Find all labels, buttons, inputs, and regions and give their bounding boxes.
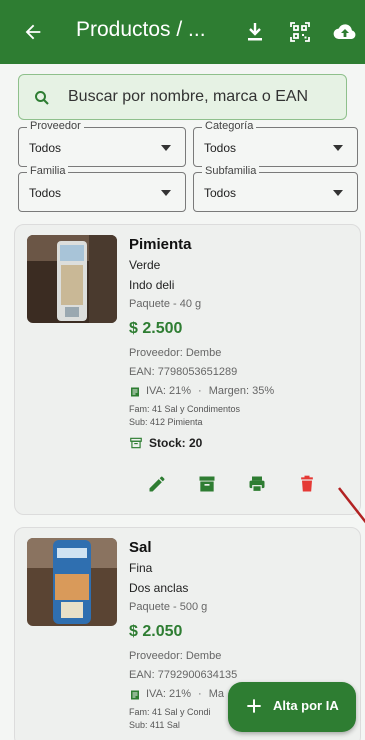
filter-label: Subfamilia xyxy=(202,165,260,177)
separator: · xyxy=(198,688,202,700)
filter-value: Todos xyxy=(29,141,62,155)
product-info: Pimienta Verde Indo deli Paquete - 40 g … xyxy=(129,235,354,450)
filter-familia[interactable]: Familia Todos xyxy=(18,165,186,212)
product-brand: Dos anclas xyxy=(129,581,189,595)
product-package: Paquete - 500 g xyxy=(129,601,208,613)
product-name: Sal xyxy=(129,539,152,556)
app-bar: Productos / ... xyxy=(0,0,365,64)
edit-icon[interactable] xyxy=(147,474,167,494)
product-margin: Margen: 35% xyxy=(208,385,275,397)
product-stock: Stock: 20 xyxy=(149,436,203,450)
product-stock-row: Stock: 20 xyxy=(129,436,354,450)
search-placeholder: Buscar por nombre, marca o EAN xyxy=(68,88,309,105)
product-provider: Proveedor: Dembe xyxy=(129,347,222,359)
dropdown-arrow-icon xyxy=(161,190,171,196)
product-price: $ 2.050 xyxy=(129,623,183,640)
filter-label: Proveedor xyxy=(27,120,84,132)
product-family: Fam: 41 Sal y Condimentos xyxy=(129,404,241,414)
product-iva: IVA: 21% xyxy=(146,385,192,397)
receipt-icon xyxy=(131,387,139,396)
product-provider: Proveedor: Dembe xyxy=(129,650,222,662)
filter-value: Todos xyxy=(204,141,237,155)
inventory-box-icon xyxy=(130,437,142,449)
filter-label: Categoría xyxy=(202,120,257,132)
product-image xyxy=(27,235,117,323)
print-icon[interactable] xyxy=(247,474,267,494)
back-arrow-icon[interactable] xyxy=(22,21,44,43)
receipt-icon xyxy=(131,690,139,699)
search-icon xyxy=(35,91,49,105)
filter-value: Todos xyxy=(29,186,62,200)
product-ean: EAN: 7798053651289 xyxy=(129,366,238,378)
fab-label: Alta por IA xyxy=(273,698,339,713)
dropdown-arrow-icon xyxy=(333,145,343,151)
product-margin: Ma xyxy=(208,688,224,700)
product-subfamily: Sub: 412 Pimienta xyxy=(129,417,203,427)
product-card[interactable]: Pimienta Verde Indo deli Paquete - 40 g … xyxy=(14,224,361,515)
add-by-ai-button[interactable]: Alta por IA xyxy=(228,682,356,732)
dropdown-arrow-icon xyxy=(333,190,343,196)
product-actions xyxy=(147,474,317,494)
search-input[interactable]: Buscar por nombre, marca o EAN xyxy=(18,74,347,120)
qr-scan-icon[interactable] xyxy=(288,20,312,44)
product-name: Pimienta xyxy=(129,236,192,253)
filter-value: Todos xyxy=(204,186,237,200)
separator: · xyxy=(198,385,202,397)
product-package: Paquete - 40 g xyxy=(129,298,202,310)
annotation-line xyxy=(338,487,365,524)
delete-icon[interactable] xyxy=(297,474,317,494)
product-variant: Verde xyxy=(129,258,161,272)
page-title: Productos / ... xyxy=(76,18,206,41)
product-variant: Fina xyxy=(129,561,153,575)
product-price: $ 2.500 xyxy=(129,320,183,337)
cloud-upload-icon[interactable] xyxy=(333,20,357,44)
filter-proveedor[interactable]: Proveedor Todos xyxy=(18,120,186,167)
filter-label: Familia xyxy=(27,165,69,177)
download-icon[interactable] xyxy=(243,20,267,44)
filter-categoria[interactable]: Categoría Todos xyxy=(193,120,358,167)
plus-icon xyxy=(247,699,261,713)
filter-subfamilia[interactable]: Subfamilia Todos xyxy=(193,165,358,212)
dropdown-arrow-icon xyxy=(161,145,171,151)
archive-icon[interactable] xyxy=(197,474,217,494)
product-iva: IVA: 21% xyxy=(146,688,192,700)
product-image xyxy=(27,538,117,626)
product-tax-row: IVA: 21% · Margen: 35% xyxy=(129,382,354,401)
product-brand: Indo deli xyxy=(129,278,175,292)
